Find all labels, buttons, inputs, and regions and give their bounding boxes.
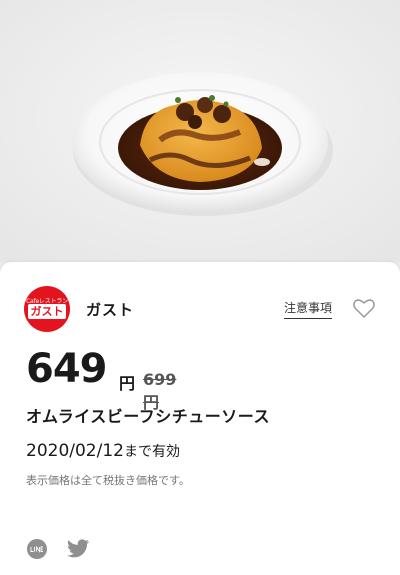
brand-logo: Cafeレストラン ガスト xyxy=(24,286,70,332)
price-note: 表示価格は全て税抜き価格です。 xyxy=(26,474,190,487)
valid-date: 2020/02/12 xyxy=(26,441,124,461)
currency-label: 円 xyxy=(119,374,136,393)
dish-photo xyxy=(0,0,400,262)
notes-link[interactable]: 注意事項 xyxy=(284,299,333,319)
product-name: オムライスビーフシチューソース xyxy=(26,407,270,426)
coupon-price: 649 xyxy=(26,346,107,392)
brand-logo-text: ガスト xyxy=(28,304,66,319)
twitter-share-icon[interactable] xyxy=(66,538,90,560)
brand-name: ガスト xyxy=(86,300,135,319)
heart-icon[interactable] xyxy=(352,297,376,319)
brand-header: Cafeレストラン ガスト ガスト xyxy=(24,286,134,332)
valid-suffix: まで有効 xyxy=(123,444,180,460)
valid-until: 2020/02/12まで有効 xyxy=(26,441,180,461)
line-share-icon[interactable] xyxy=(26,538,48,560)
